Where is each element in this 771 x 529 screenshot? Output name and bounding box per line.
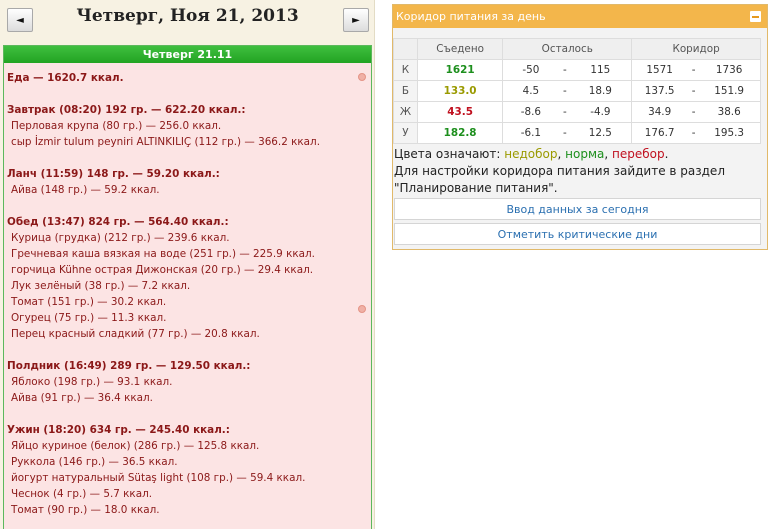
row-label: У <box>393 122 418 144</box>
color-legend: Цвета означают: недобор, норма, перебор. <box>394 147 669 161</box>
mark-critical-days-button[interactable]: Отметить критические дни <box>394 223 761 245</box>
day-header: Четверг 21.11 <box>4 46 371 63</box>
meal-title: Ужин (18:20) 634 гр. — 245.40 ккал.: <box>7 424 230 436</box>
legend-over: перебор <box>612 147 665 161</box>
corridor-to: 151.9 <box>714 85 745 97</box>
corridor-from: 34.9 <box>648 106 672 118</box>
corner-cell <box>393 38 418 60</box>
meal-title: Обед (13:47) 824 гр. — 564.40 ккал.: <box>7 216 229 228</box>
date-title: Четверг, Ноя 21, 2013 <box>76 6 299 26</box>
meal-title: Ланч (11:59) 148 гр. — 59.20 ккал.: <box>7 168 220 180</box>
col-corridor: Коридор <box>631 38 761 60</box>
meal-item: Лук зелёный (38 гр.) — 7.2 ккал. <box>11 280 191 292</box>
corridor-from: 176.7 <box>644 127 675 139</box>
meal-item: Перловая крупа (80 гр.) — 256.0 ккал. <box>11 120 222 132</box>
meal-item: йогурт натуральный Sütaş light (108 гр.)… <box>11 472 306 484</box>
meal-item: Чеснок (4 гр.) — 5.7 ккал. <box>11 488 153 500</box>
nutrition-corridor-panel: Коридор питания за день Съедено Осталось… <box>392 4 768 250</box>
food-diary: Еда — 1620.7 ккал. Завтрак (08:20) 192 г… <box>4 63 371 518</box>
meal-item: Яблоко (198 гр.) — 93.1 ккал. <box>11 376 173 388</box>
corridor-to: 1736 <box>715 64 743 76</box>
thumb-icon[interactable] <box>358 73 366 81</box>
next-day-button[interactable]: ► <box>343 8 369 32</box>
corridor-range: 1571-1736 <box>631 59 761 81</box>
corridor-header: Коридор питания за день <box>393 5 767 28</box>
corridor-to: 38.6 <box>717 106 741 118</box>
meal-item: Томат (151 гр.) — 30.2 ккал. <box>11 296 167 308</box>
eaten-value: 133.0 <box>416 80 504 102</box>
corridor-from: 1571 <box>646 64 673 76</box>
row-label: Ж <box>393 101 418 123</box>
corridor-range: 137.5-151.9 <box>631 80 761 102</box>
left-from: -8.6 <box>520 106 541 118</box>
meal-title: Завтрак (08:20) 192 гр. — 622.20 ккал.: <box>7 104 246 116</box>
meal-item: горчица Kühne острая Дижонская (20 гр.) … <box>11 264 314 276</box>
left-from: -50 <box>522 64 540 76</box>
left-range: -8.6- -4.9 <box>502 101 633 123</box>
corridor-row: Ж 43.5 -8.6- -4.9 34.9-38.6 <box>393 101 761 123</box>
meal-item: Яйцо куриное (белок) (286 гр.) — 125.8 к… <box>11 440 260 452</box>
corridor-range: 176.7-195.3 <box>631 122 761 144</box>
corridor-row: У 182.8 -6.1-12.5 176.7-195.3 <box>393 122 761 144</box>
corridor-range: 34.9-38.6 <box>631 101 761 123</box>
eaten-value: 43.5 <box>416 101 504 123</box>
prev-day-button[interactable]: ◄ <box>7 8 33 32</box>
meal-item: Гречневая каша вязкая на воде (251 гр.) … <box>11 248 315 260</box>
left-to: -4.9 <box>590 106 611 118</box>
meal-item: Айва (91 гр.) — 36.4 ккал. <box>11 392 153 404</box>
day-panel: Четверг 21.11 Еда — 1620.7 ккал. Завтрак… <box>3 45 372 529</box>
meal-item: Курица (грудка) (212 гр.) — 239.6 ккал. <box>11 232 230 244</box>
date-navigation: ◄ Четверг, Ноя 21, 2013 ► <box>0 0 375 44</box>
meal-item: Айва (148 гр.) — 59.2 ккал. <box>11 184 160 196</box>
enter-today-data-button[interactable]: Ввод данных за сегодня <box>394 198 761 220</box>
meal-item: Томат (90 гр.) — 18.0 ккал. <box>11 504 160 516</box>
corridor-from: 137.5 <box>644 85 675 97</box>
meal-item: Огурец (75 гр.) — 11.3 ккал. <box>11 312 167 324</box>
meal-title: Полдник (16:49) 289 гр. — 129.50 ккал.: <box>7 360 251 372</box>
thumb-icon[interactable] <box>358 305 366 313</box>
legend-under: недобор <box>504 147 558 161</box>
corridor-table: Съедено Осталось Коридор К 1621 -50-115 157… <box>393 38 761 144</box>
legend-norm: норма <box>565 147 605 161</box>
col-eaten: Съедено <box>416 38 504 60</box>
corridor-row: К 1621 -50-115 1571-1736 <box>393 59 761 81</box>
corridor-title: Коридор питания за день <box>396 10 546 23</box>
hint-line: Для настройки коридора питания зайдите в… <box>394 164 725 178</box>
meal-item: Руккола (146 гр.) — 36.5 ккал. <box>11 456 178 468</box>
meal-item: сыр İzmir tulum peyniri ALTINKILIÇ (112 … <box>11 136 320 148</box>
col-left: Осталось <box>502 38 633 60</box>
corridor-row: Б 133.0 4.5-18.9 137.5-151.9 <box>393 80 761 102</box>
legend-prefix: Цвета означают: <box>394 147 501 161</box>
left-from: -6.1 <box>520 127 541 139</box>
left-range: -6.1-12.5 <box>502 122 633 144</box>
left-range: 4.5-18.9 <box>502 80 633 102</box>
eaten-value: 182.8 <box>416 122 504 144</box>
left-to: 115 <box>590 64 611 76</box>
left-to: 18.9 <box>588 85 612 97</box>
corridor-info: Цвета означают: недобор, норма, перебор.… <box>394 146 725 197</box>
eaten-value: 1621 <box>416 59 504 81</box>
row-label: Б <box>393 80 418 102</box>
diary-column: ◄ Четверг, Ноя 21, 2013 ► Четверг 21.11 … <box>0 0 375 529</box>
meal-item: Перец красный сладкий (77 гр.) — 20.8 кк… <box>11 328 260 340</box>
collapse-icon[interactable] <box>750 11 761 22</box>
left-to: 12.5 <box>588 127 612 139</box>
corridor-to: 195.3 <box>714 127 745 139</box>
day-total: Еда — 1620.7 ккал. <box>7 72 124 84</box>
row-label: К <box>393 59 418 81</box>
left-range: -50-115 <box>502 59 633 81</box>
hint-line: "Планирование питания". <box>394 181 558 195</box>
left-from: 4.5 <box>522 85 540 97</box>
